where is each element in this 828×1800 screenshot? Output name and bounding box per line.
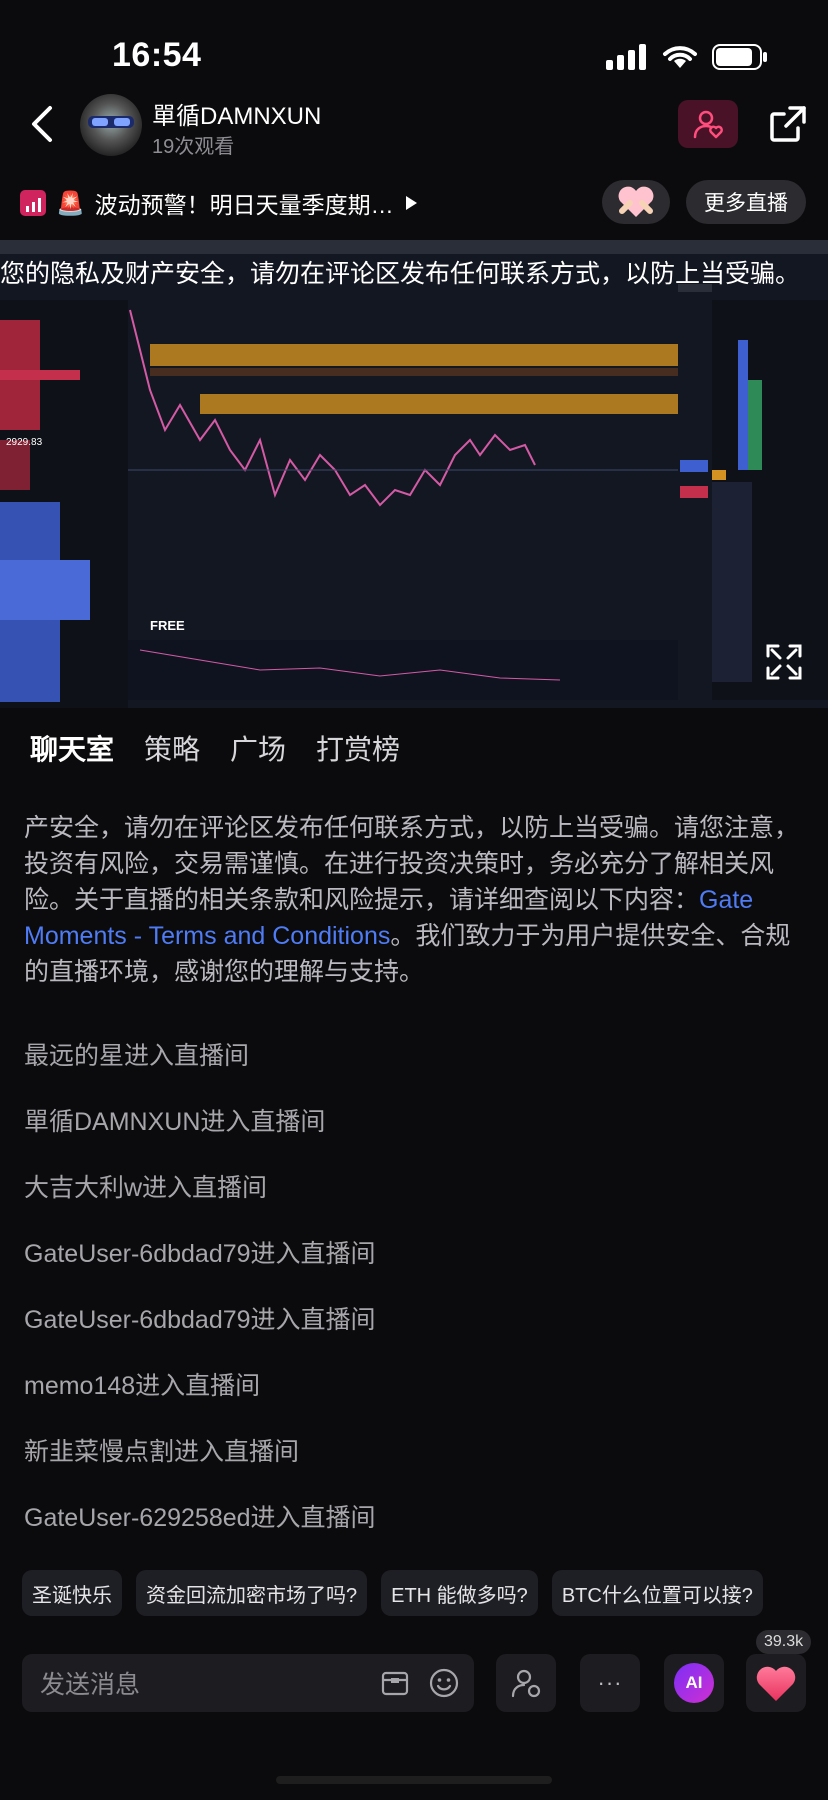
fullscreen-icon[interactable] xyxy=(764,642,804,682)
status-time: 16:54 xyxy=(112,36,202,74)
back-arrow-icon[interactable] xyxy=(28,104,56,144)
chat-entry: GateUser-6dbdad79进入直播间 xyxy=(24,1306,376,1334)
tab-square[interactable]: 广场 xyxy=(230,728,286,768)
home-indicator xyxy=(276,1776,552,1784)
avatar-glasses-icon xyxy=(88,116,134,128)
more-live-button[interactable]: 更多直播 xyxy=(686,180,806,224)
chat-tabs: 聊天室 策略 广场 打赏榜 xyxy=(30,728,400,768)
tab-tip-ranking[interactable]: 打赏榜 xyxy=(316,728,400,768)
more-options-button[interactable]: ··· xyxy=(580,1654,640,1712)
host-name[interactable]: 單循DAMNXUN xyxy=(152,96,321,131)
like-button[interactable] xyxy=(746,1654,806,1712)
price-marker: 2929.83 xyxy=(6,437,43,448)
chat-entry: 新韭菜慢点割进入直播间 xyxy=(24,1438,300,1466)
chat-entry: memo148进入直播间 xyxy=(24,1372,261,1400)
ai-button[interactable]: AI xyxy=(664,1654,724,1712)
battery-icon xyxy=(712,44,767,70)
host-avatar[interactable] xyxy=(80,94,142,156)
heart-hands-button[interactable] xyxy=(602,180,670,224)
ai-badge: AI xyxy=(674,1663,714,1703)
live-video[interactable]: 您的隐私及财产安全，请勿在评论区发布任何联系方式，以防上当受骗。 2929.83 xyxy=(0,240,828,708)
status-icons xyxy=(606,44,768,70)
chat-entry: 最远的星进入直播间 xyxy=(24,1042,250,1070)
heart-icon xyxy=(756,1666,796,1701)
play-triangle-icon xyxy=(405,196,417,210)
quick-chip[interactable]: BTC什么位置可以接? xyxy=(551,1570,763,1616)
like-count: 39.3k xyxy=(756,1630,812,1654)
tab-strategy[interactable]: 策略 xyxy=(144,728,200,768)
emoji-icon[interactable] xyxy=(428,1667,460,1699)
cellular-signal-icon xyxy=(606,44,646,70)
viewer-count: 19次观看 xyxy=(152,136,235,158)
chat-entry: GateUser-6dbdad79进入直播间 xyxy=(24,1240,376,1268)
share-icon[interactable] xyxy=(768,104,808,144)
quick-chip[interactable]: ETH 能做多吗? xyxy=(381,1570,538,1616)
chat-entry: 單循DAMNXUN进入直播间 xyxy=(24,1108,326,1136)
quick-reply-chips: 圣诞快乐 资金回流加密市场了吗? ETH 能做多吗? BTC什么位置可以接? xyxy=(22,1570,763,1616)
gift-box-icon[interactable] xyxy=(380,1668,410,1698)
quick-chip[interactable]: 资金回流加密市场了吗? xyxy=(136,1570,368,1616)
heart-hands-icon xyxy=(618,186,654,217)
chat-entry: 大吉大利w进入直播间 xyxy=(24,1174,268,1202)
chat-list: 产安全，请勿在评论区发布任何联系方式，以防上当受骗。请您注意，投资有风险，交易需… xyxy=(24,810,804,990)
connect-user-button[interactable] xyxy=(496,1654,556,1712)
free-badge: FREE xyxy=(150,618,185,633)
announcement-text: 波动预警！明日天量季度期… xyxy=(94,192,394,218)
quick-chip[interactable]: 圣诞快乐 xyxy=(22,1570,122,1616)
person-heart-icon xyxy=(693,110,723,139)
tab-chat-room[interactable]: 聊天室 xyxy=(30,728,114,768)
system-message-text: 产安全，请勿在评论区发布任何联系方式，以防上当受骗。请您注意，投资有风险，交易需… xyxy=(24,814,800,914)
message-input[interactable]: 发送消息 xyxy=(22,1654,474,1712)
chat-entry: GateUser-629258ed进入直播间 xyxy=(24,1504,376,1532)
trading-chart: 2929.83 FREE xyxy=(0,284,828,708)
announcement-bar[interactable]: 🚨 波动预警！明日天量季度期… xyxy=(20,186,418,220)
follow-button[interactable] xyxy=(678,100,738,148)
person-link-icon xyxy=(511,1669,541,1698)
message-placeholder: 发送消息 xyxy=(40,1671,141,1699)
chart-bars-icon xyxy=(20,190,46,216)
system-message: 产安全，请勿在评论区发布任何联系方式，以防上当受骗。请您注意，投资有风险，交易需… xyxy=(24,810,804,990)
siren-emoji: 🚨 xyxy=(56,189,85,216)
wifi-icon xyxy=(663,46,697,68)
